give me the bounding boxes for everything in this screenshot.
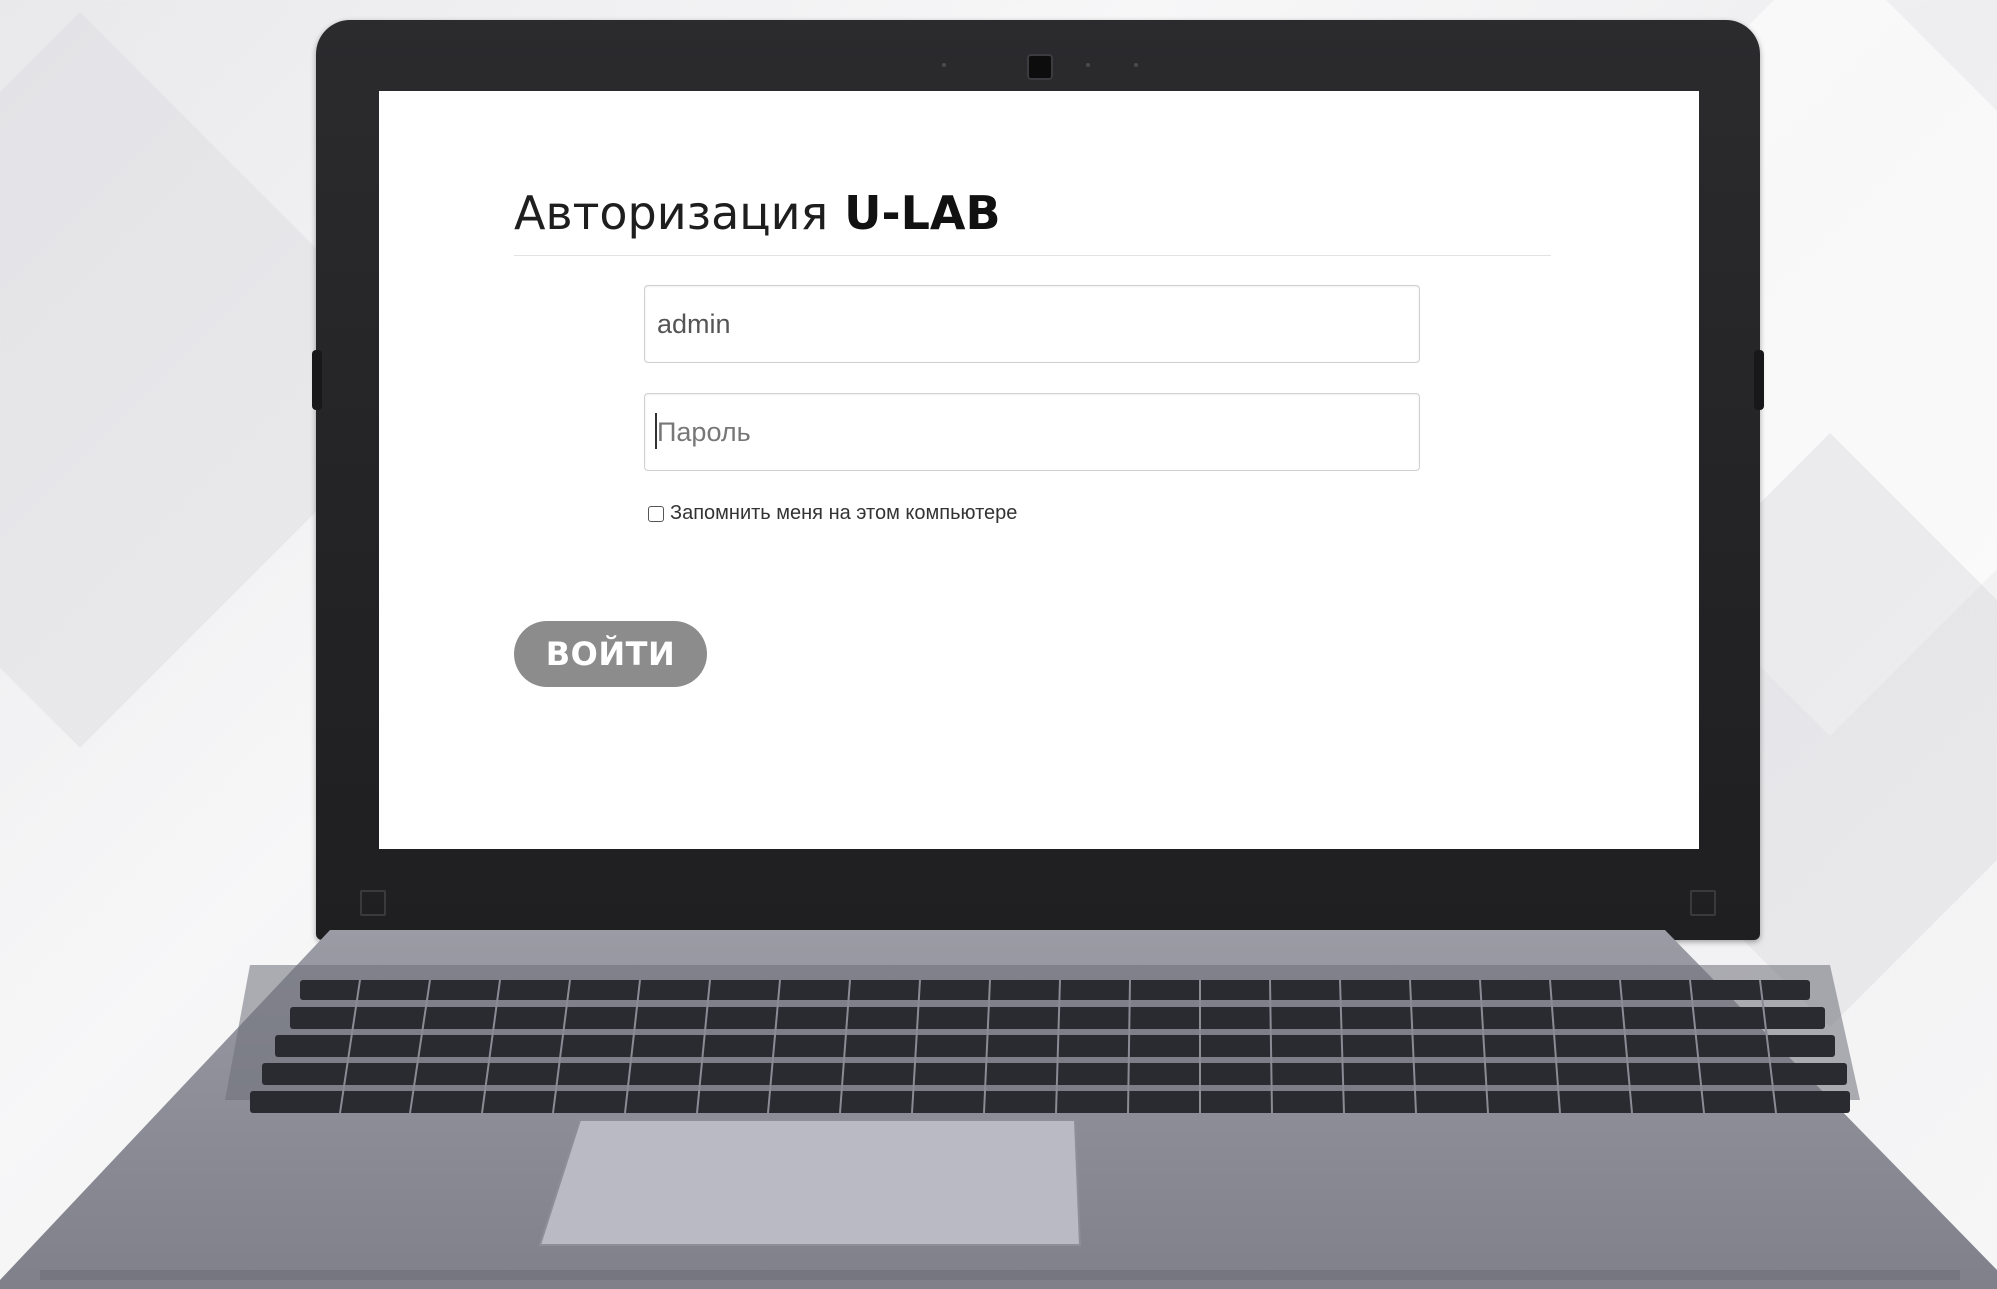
sensor-dot	[1086, 63, 1090, 67]
lid-foot	[360, 890, 386, 916]
sensor-dot	[942, 63, 946, 67]
title-divider	[514, 255, 1551, 256]
remember-me[interactable]: Запомнить меня на этом компьютере	[648, 502, 1017, 525]
remember-me-label: Запомнить меня на этом компьютере	[670, 502, 1018, 524]
touchpad	[538, 1119, 1082, 1246]
password-input[interactable]	[644, 393, 1420, 471]
lid-bumper	[1754, 350, 1764, 410]
sensor-dot	[1134, 63, 1138, 67]
lid-foot	[1690, 890, 1716, 916]
deck-edge	[40, 1270, 1960, 1280]
webcam-icon	[1027, 54, 1053, 80]
title-prefix: Авторизация	[514, 186, 829, 240]
laptop-base	[0, 925, 1997, 1289]
checkbox-icon[interactable]	[648, 505, 664, 522]
laptop-base-illustration	[0, 930, 1997, 1289]
text-caret	[655, 413, 657, 449]
login-input[interactable]	[644, 285, 1420, 363]
lid-bumper	[312, 350, 322, 410]
login-screen: Авторизация U-LAB Запомнить меня на этом …	[379, 91, 1699, 849]
brand-name: U-LAB	[844, 186, 1001, 240]
page-title: Авторизация U-LAB	[514, 186, 1001, 240]
login-button[interactable]: ВОЙТИ	[514, 621, 707, 687]
